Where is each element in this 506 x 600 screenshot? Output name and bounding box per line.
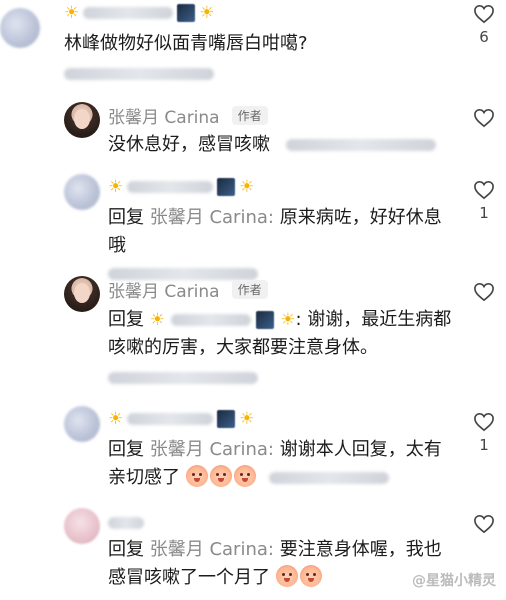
avatar[interactable] bbox=[0, 8, 40, 48]
blurred-meta bbox=[285, 139, 436, 151]
like-control[interactable]: 1 bbox=[468, 412, 500, 454]
avatar[interactable] bbox=[64, 508, 100, 544]
avatar[interactable] bbox=[64, 276, 100, 312]
comment-text: 林峰做物好似面青嘴唇白咁噶? bbox=[64, 33, 308, 54]
like-count: 6 bbox=[479, 28, 489, 46]
blushing-face-emoji bbox=[233, 465, 256, 487]
blushing-face-emoji bbox=[185, 465, 208, 487]
blurred-badge bbox=[256, 311, 275, 329]
like-control[interactable]: 6 bbox=[468, 4, 500, 46]
sun-icon: ☀ bbox=[149, 310, 165, 330]
username-row[interactable]: 张馨月 Carina 作者 bbox=[108, 277, 268, 302]
reply-prefix: 回复 bbox=[108, 439, 144, 460]
like-control[interactable] bbox=[468, 108, 500, 128]
username-row[interactable]: ☀ ☀ bbox=[64, 2, 215, 24]
mention[interactable]: 张馨月 Carina: bbox=[150, 439, 274, 460]
username-row[interactable] bbox=[108, 512, 144, 534]
author-badge: 作者 bbox=[231, 279, 268, 299]
blurred-username bbox=[108, 517, 144, 529]
heart-outline-icon[interactable] bbox=[473, 282, 495, 302]
heart-outline-icon[interactable] bbox=[473, 180, 495, 200]
sun-icon: ☀ bbox=[280, 310, 296, 330]
sun-icon: ☀ bbox=[199, 2, 215, 23]
comment-text: 没休息好，感冒咳嗽 bbox=[108, 131, 436, 159]
comment-body: 没休息好，感冒咳嗽 bbox=[108, 134, 270, 155]
author-name[interactable]: 张馨月 Carina bbox=[108, 103, 220, 128]
blurred-username bbox=[127, 181, 214, 193]
heart-outline-icon[interactable] bbox=[473, 514, 495, 534]
blurred-badge bbox=[217, 178, 236, 196]
blurred-username bbox=[83, 7, 174, 19]
reply-prefix: 回复 bbox=[108, 207, 144, 228]
author-badge: 作者 bbox=[231, 105, 268, 125]
username-row[interactable]: ☀ ☀ bbox=[108, 176, 255, 198]
sun-icon: ☀ bbox=[239, 408, 255, 429]
sun-icon: ☀ bbox=[64, 2, 80, 23]
comment-text: 回复 张馨月 Carina: 要注意身体喔，我也感冒咳嗽了一个月了 bbox=[108, 536, 458, 592]
mention[interactable]: 张馨月 Carina: bbox=[150, 539, 274, 560]
like-count: 1 bbox=[479, 204, 489, 222]
blurred-username bbox=[127, 413, 214, 425]
username-row[interactable]: 张馨月 Carina 作者 bbox=[108, 103, 268, 128]
comment-text: 回复 张馨月 Carina: 谢谢本人回复，太有亲切感了 bbox=[108, 436, 458, 492]
heart-outline-icon[interactable] bbox=[473, 412, 495, 432]
sun-icon: ☀ bbox=[239, 176, 255, 197]
heart-outline-icon[interactable] bbox=[473, 108, 495, 128]
blushing-face-emoji bbox=[209, 465, 232, 487]
like-control[interactable] bbox=[468, 282, 500, 302]
heart-outline-icon[interactable] bbox=[473, 4, 495, 24]
sun-icon: ☀ bbox=[108, 176, 124, 197]
comment-text: 回复 张馨月 Carina: 原来病咗，好好休息哦 bbox=[108, 204, 458, 260]
avatar[interactable] bbox=[64, 406, 100, 442]
blurred-badge bbox=[217, 410, 236, 428]
reply-prefix: 回复 bbox=[108, 309, 144, 330]
mention[interactable]: 张馨月 Carina: bbox=[150, 207, 274, 228]
blurred-meta bbox=[64, 68, 214, 80]
reply-prefix: 回复 bbox=[108, 539, 144, 560]
avatar[interactable] bbox=[64, 102, 100, 138]
blushing-face-emoji bbox=[275, 565, 298, 587]
blurred-meta bbox=[269, 472, 390, 484]
blurred-username bbox=[170, 314, 251, 326]
blurred-meta bbox=[108, 372, 258, 384]
avatar[interactable] bbox=[64, 174, 100, 210]
blurred-badge bbox=[177, 4, 196, 22]
username-row[interactable]: ☀ ☀ bbox=[108, 408, 255, 430]
author-name[interactable]: 张馨月 Carina bbox=[108, 277, 220, 302]
comment-text: 回复 ☀ ☀: 谢谢，最近生病都咳嗽的厉害，大家都要注意身体。 bbox=[108, 309, 452, 358]
like-control[interactable] bbox=[468, 514, 500, 534]
sun-icon: ☀ bbox=[108, 408, 124, 429]
watermark: @星猫小精灵 bbox=[412, 573, 496, 589]
blushing-face-emoji bbox=[299, 565, 322, 587]
like-count: 1 bbox=[479, 436, 489, 454]
like-control[interactable]: 1 bbox=[468, 180, 500, 222]
